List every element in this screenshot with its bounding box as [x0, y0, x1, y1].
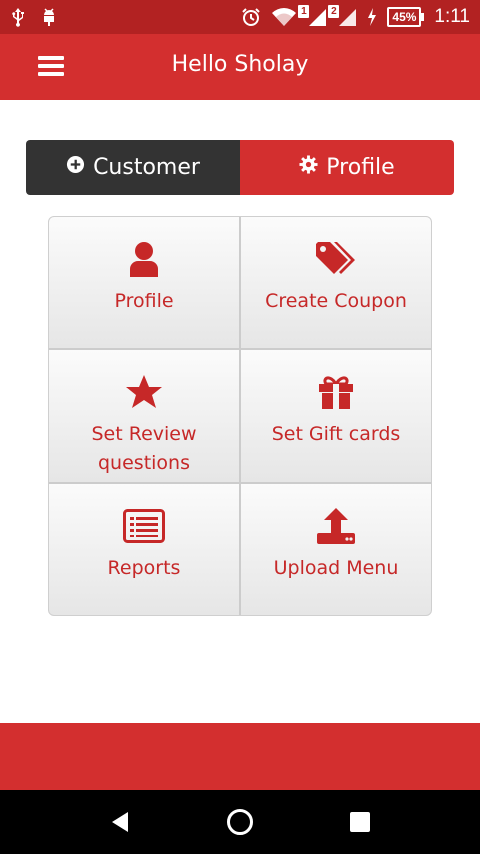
recents-square-icon[interactable] [340, 802, 380, 842]
tab-profile[interactable]: Profile [240, 140, 454, 195]
gift-icon [318, 372, 354, 412]
profile-tile[interactable]: Profile [49, 217, 239, 349]
tab-profile-label: Profile [326, 155, 395, 180]
status-bar: 1 2 45% 1:11 [0, 0, 480, 34]
charging-icon [367, 7, 377, 27]
app-header: Hello Sholay [0, 34, 480, 100]
tile-label: Profile [114, 290, 174, 312]
battery-level: 45% [387, 7, 422, 27]
upload-icon [316, 506, 356, 546]
wifi-icon [271, 7, 297, 27]
tile-label: Reports [107, 556, 181, 579]
upload-menu-tile[interactable]: Upload Menu [241, 483, 431, 615]
page-title: Hello Sholay [171, 52, 309, 77]
usb-icon [10, 7, 26, 27]
hamburger-icon[interactable] [38, 52, 66, 82]
tile-label: Upload Menu [273, 556, 399, 579]
user-icon [128, 239, 160, 279]
gear-icon [299, 155, 318, 180]
android-debug-icon [40, 7, 58, 27]
tab-customer-label: Customer [93, 155, 200, 180]
star-icon [125, 372, 163, 412]
tile-label: Create Coupon [265, 290, 407, 312]
clock: 1:11 [434, 6, 470, 27]
signal-icon: 1 [298, 5, 327, 27]
create-coupon-tile[interactable]: Create Coupon [241, 217, 431, 349]
reports-tile[interactable]: Reports [49, 483, 239, 615]
signal-icon: 2 [328, 5, 357, 27]
set-gift-cards-tile[interactable]: Set Gift cards [241, 350, 431, 482]
tile-label: Set Review questions [91, 423, 197, 475]
plus-circle-icon [66, 155, 85, 180]
footer-bar [0, 723, 480, 790]
home-circle-icon[interactable] [220, 802, 260, 842]
tile-label: Set Gift cards [271, 423, 401, 446]
tab-customer[interactable]: Customer [26, 140, 240, 195]
battery-icon: 45% [387, 7, 425, 27]
set-review-questions-tile[interactable]: Set Review questions [49, 350, 239, 482]
tags-icon [314, 239, 358, 279]
system-nav-bar [0, 790, 480, 854]
menu-grid: Profile Create Coupon Set Review questio… [48, 216, 432, 616]
list-alt-icon [123, 506, 165, 546]
segmented-control: Customer Profile [26, 140, 454, 195]
alarm-icon [241, 7, 261, 27]
back-triangle-icon[interactable] [100, 802, 140, 842]
